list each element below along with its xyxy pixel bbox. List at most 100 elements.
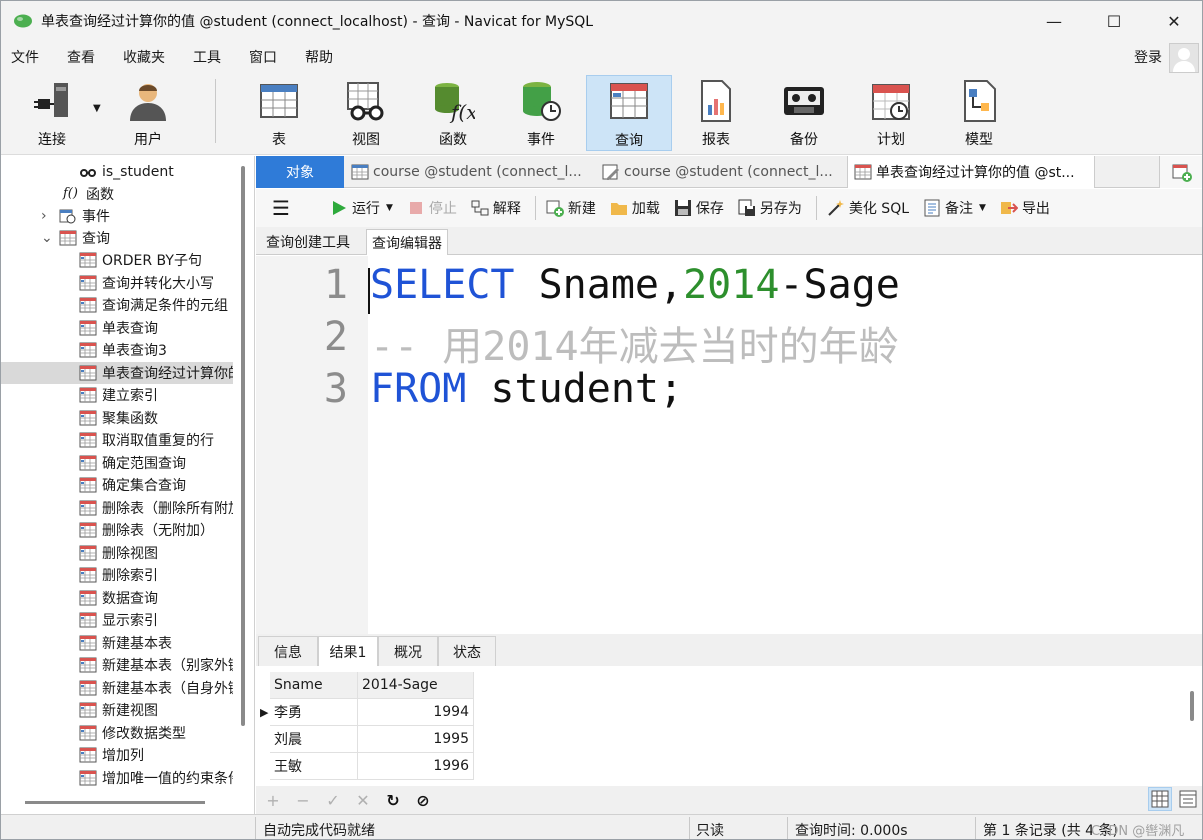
tree-item-query[interactable]: ORDER BY子句 bbox=[1, 249, 233, 271]
table-cell[interactable]: 1996 bbox=[358, 753, 474, 780]
table-cell[interactable]: 刘晨 bbox=[270, 726, 358, 753]
refresh-icon[interactable]: ↻ bbox=[378, 791, 408, 810]
tree-item-query[interactable]: 建立索引 bbox=[1, 384, 233, 406]
grid-vertical-scrollbar[interactable] bbox=[1190, 691, 1194, 721]
code-line-2[interactable]: -- 用2014年减去当时的年龄 bbox=[370, 314, 899, 372]
chevron-down-icon[interactable]: ⌄ bbox=[41, 230, 59, 246]
run-dropdown-icon[interactable]: ▼ bbox=[386, 203, 393, 213]
explain-button[interactable]: 解释 bbox=[471, 198, 521, 218]
close-button[interactable]: ✕ bbox=[1144, 1, 1202, 41]
toolbar-backup-button[interactable]: 备份 bbox=[761, 75, 847, 151]
tree-item-functions[interactable]: f() 函数 bbox=[1, 183, 233, 205]
tab-result1[interactable]: 结果1 bbox=[318, 636, 378, 666]
tab-profile[interactable]: 概况 bbox=[378, 636, 438, 666]
sidebar-horizontal-scrollbar[interactable] bbox=[25, 801, 205, 804]
connection-dropdown-icon[interactable]: ▼ bbox=[93, 103, 101, 114]
hamburger-menu-icon[interactable]: ☰ bbox=[272, 196, 290, 220]
tree-item-query[interactable]: 确定范围查询 bbox=[1, 452, 233, 474]
tree-item-query[interactable]: 数据查询 bbox=[1, 587, 233, 609]
minimize-button[interactable]: — bbox=[1024, 1, 1084, 41]
toolbar-view-button[interactable]: 视图 bbox=[323, 75, 409, 151]
save-button[interactable]: 保存 bbox=[674, 198, 724, 218]
sidebar-vertical-scrollbar[interactable] bbox=[241, 166, 245, 726]
menu-window[interactable]: 窗口 bbox=[238, 47, 288, 67]
discard-changes-icon[interactable]: ✕ bbox=[348, 791, 378, 810]
tree-item-queries[interactable]: ⌄ 查询 bbox=[1, 227, 233, 249]
tab-current-query[interactable]: 单表查询经过计算你的值 @st... bbox=[847, 156, 1095, 188]
toolbar-event-button[interactable]: 事件 bbox=[498, 75, 584, 151]
tree-item-query[interactable]: 查询满足条件的元组 bbox=[1, 294, 233, 316]
maximize-button[interactable]: ☐ bbox=[1084, 1, 1144, 41]
column-header-sname[interactable]: Sname bbox=[270, 672, 358, 699]
stop-button[interactable]: 停止 bbox=[407, 198, 457, 218]
sql-editor[interactable]: 1 2 3 SELECT Sname,2014-Sage -- 用2014年减去… bbox=[256, 256, 1202, 634]
table-cell[interactable]: 1994 bbox=[358, 699, 474, 726]
delete-record-icon[interactable]: − bbox=[288, 791, 318, 810]
table-cell[interactable]: 1995 bbox=[358, 726, 474, 753]
column-header-2014-sage[interactable]: 2014-Sage bbox=[358, 672, 474, 699]
tab-info[interactable]: 信息 bbox=[258, 636, 318, 666]
tree-item-query[interactable]: 增加列 bbox=[1, 744, 233, 766]
toolbar-table-button[interactable]: 表 bbox=[236, 75, 322, 151]
tree-item-query[interactable]: 聚集函数 bbox=[1, 407, 233, 429]
tree-item-query[interactable]: 新建基本表（别家外键） bbox=[1, 654, 233, 676]
new-button[interactable]: 新建 bbox=[546, 198, 596, 218]
export-button[interactable]: 导出 bbox=[1000, 198, 1050, 218]
add-record-icon[interactable]: + bbox=[258, 791, 288, 810]
tree-item-query[interactable]: 删除索引 bbox=[1, 564, 233, 586]
tree-item-query[interactable]: 新建基本表 bbox=[1, 632, 233, 654]
tab-course-table[interactable]: course @student (connect_l... bbox=[345, 156, 595, 188]
toolbar-schedule-button[interactable]: 计划 bbox=[848, 75, 934, 151]
table-cell[interactable]: 王敏 bbox=[270, 753, 358, 780]
tab-query-editor[interactable]: 查询编辑器 bbox=[366, 229, 448, 255]
tree-item-query[interactable]: 显示索引 bbox=[1, 609, 233, 631]
tree-item-query[interactable]: 删除视图 bbox=[1, 542, 233, 564]
comment-button[interactable]: 备注 ▼ bbox=[923, 198, 986, 218]
grid-view-button[interactable] bbox=[1148, 787, 1172, 811]
login-link[interactable]: 登录 bbox=[1134, 47, 1162, 67]
toolbar-query-button[interactable]: 查询 bbox=[586, 75, 672, 151]
tree-item-query[interactable]: 确定集合查询 bbox=[1, 474, 233, 496]
apply-changes-icon[interactable]: ✓ bbox=[318, 791, 348, 810]
tab-objects[interactable]: 对象 bbox=[256, 156, 344, 188]
tab-query-builder[interactable]: 查询创建工具 bbox=[261, 229, 355, 255]
toolbar-user-button[interactable]: 用户 bbox=[105, 75, 191, 151]
form-view-button[interactable] bbox=[1176, 787, 1200, 811]
tree-item-query[interactable]: 单表查询3 bbox=[1, 339, 233, 361]
toolbar-model-button[interactable]: 模型 bbox=[936, 75, 1022, 151]
tree-item-query[interactable]: 增加唯一值的约束条件 bbox=[1, 767, 233, 789]
code-line-1[interactable]: SELECT Sname,2014-Sage bbox=[370, 262, 900, 308]
comment-dropdown-icon[interactable]: ▼ bbox=[979, 203, 986, 213]
tree-item-query[interactable]: 单表查询经过计算你的值 bbox=[1, 361, 233, 384]
tree-item-query[interactable]: 新建基本表（自身外键） bbox=[1, 677, 233, 699]
tree-item-query[interactable]: 修改数据类型 bbox=[1, 722, 233, 744]
menu-help[interactable]: 帮助 bbox=[294, 47, 344, 67]
code-line-3[interactable]: FROM student; bbox=[370, 366, 683, 412]
new-tab-button[interactable] bbox=[1159, 156, 1202, 188]
menu-file[interactable]: 文件 bbox=[1, 47, 50, 67]
tree-item-query[interactable]: 查询并转化大小写 bbox=[1, 272, 233, 294]
save-as-button[interactable]: 另存为 bbox=[738, 198, 802, 218]
run-button[interactable]: 运行 ▼ bbox=[330, 198, 393, 218]
tab-status[interactable]: 状态 bbox=[438, 636, 496, 666]
toolbar-function-button[interactable]: f(x) 函数 bbox=[410, 75, 496, 151]
tree-item-query[interactable]: 取消取值重复的行 bbox=[1, 429, 233, 451]
avatar[interactable] bbox=[1169, 43, 1199, 73]
table-cell[interactable]: 李勇 bbox=[270, 699, 358, 726]
toolbar-connection-button[interactable]: 连接 bbox=[9, 75, 95, 151]
tree-item-query[interactable]: 删除表（无附加） bbox=[1, 519, 233, 541]
tree-item-query[interactable]: 单表查询 bbox=[1, 317, 233, 339]
chevron-right-icon[interactable]: › bbox=[41, 208, 59, 224]
tree-item-query[interactable]: 新建视图 bbox=[1, 699, 233, 721]
toolbar-report-button[interactable]: 报表 bbox=[673, 75, 759, 151]
tree-item-is-student[interactable]: is_student bbox=[1, 161, 233, 183]
tree-item-query[interactable]: 删除表（删除所有附加） bbox=[1, 497, 233, 519]
tab-course-design[interactable]: course @student (connect_l... bbox=[596, 156, 846, 188]
tree-item-events[interactable]: › 事件 bbox=[1, 205, 233, 227]
menu-tools[interactable]: 工具 bbox=[182, 47, 232, 67]
menu-view[interactable]: 查看 bbox=[56, 47, 106, 67]
load-button[interactable]: 加载 bbox=[610, 198, 660, 218]
beautify-sql-button[interactable]: 美化 SQL bbox=[827, 198, 909, 218]
menu-favorites[interactable]: 收藏夹 bbox=[112, 47, 176, 67]
stop-query-icon[interactable]: ⊘ bbox=[408, 791, 438, 810]
